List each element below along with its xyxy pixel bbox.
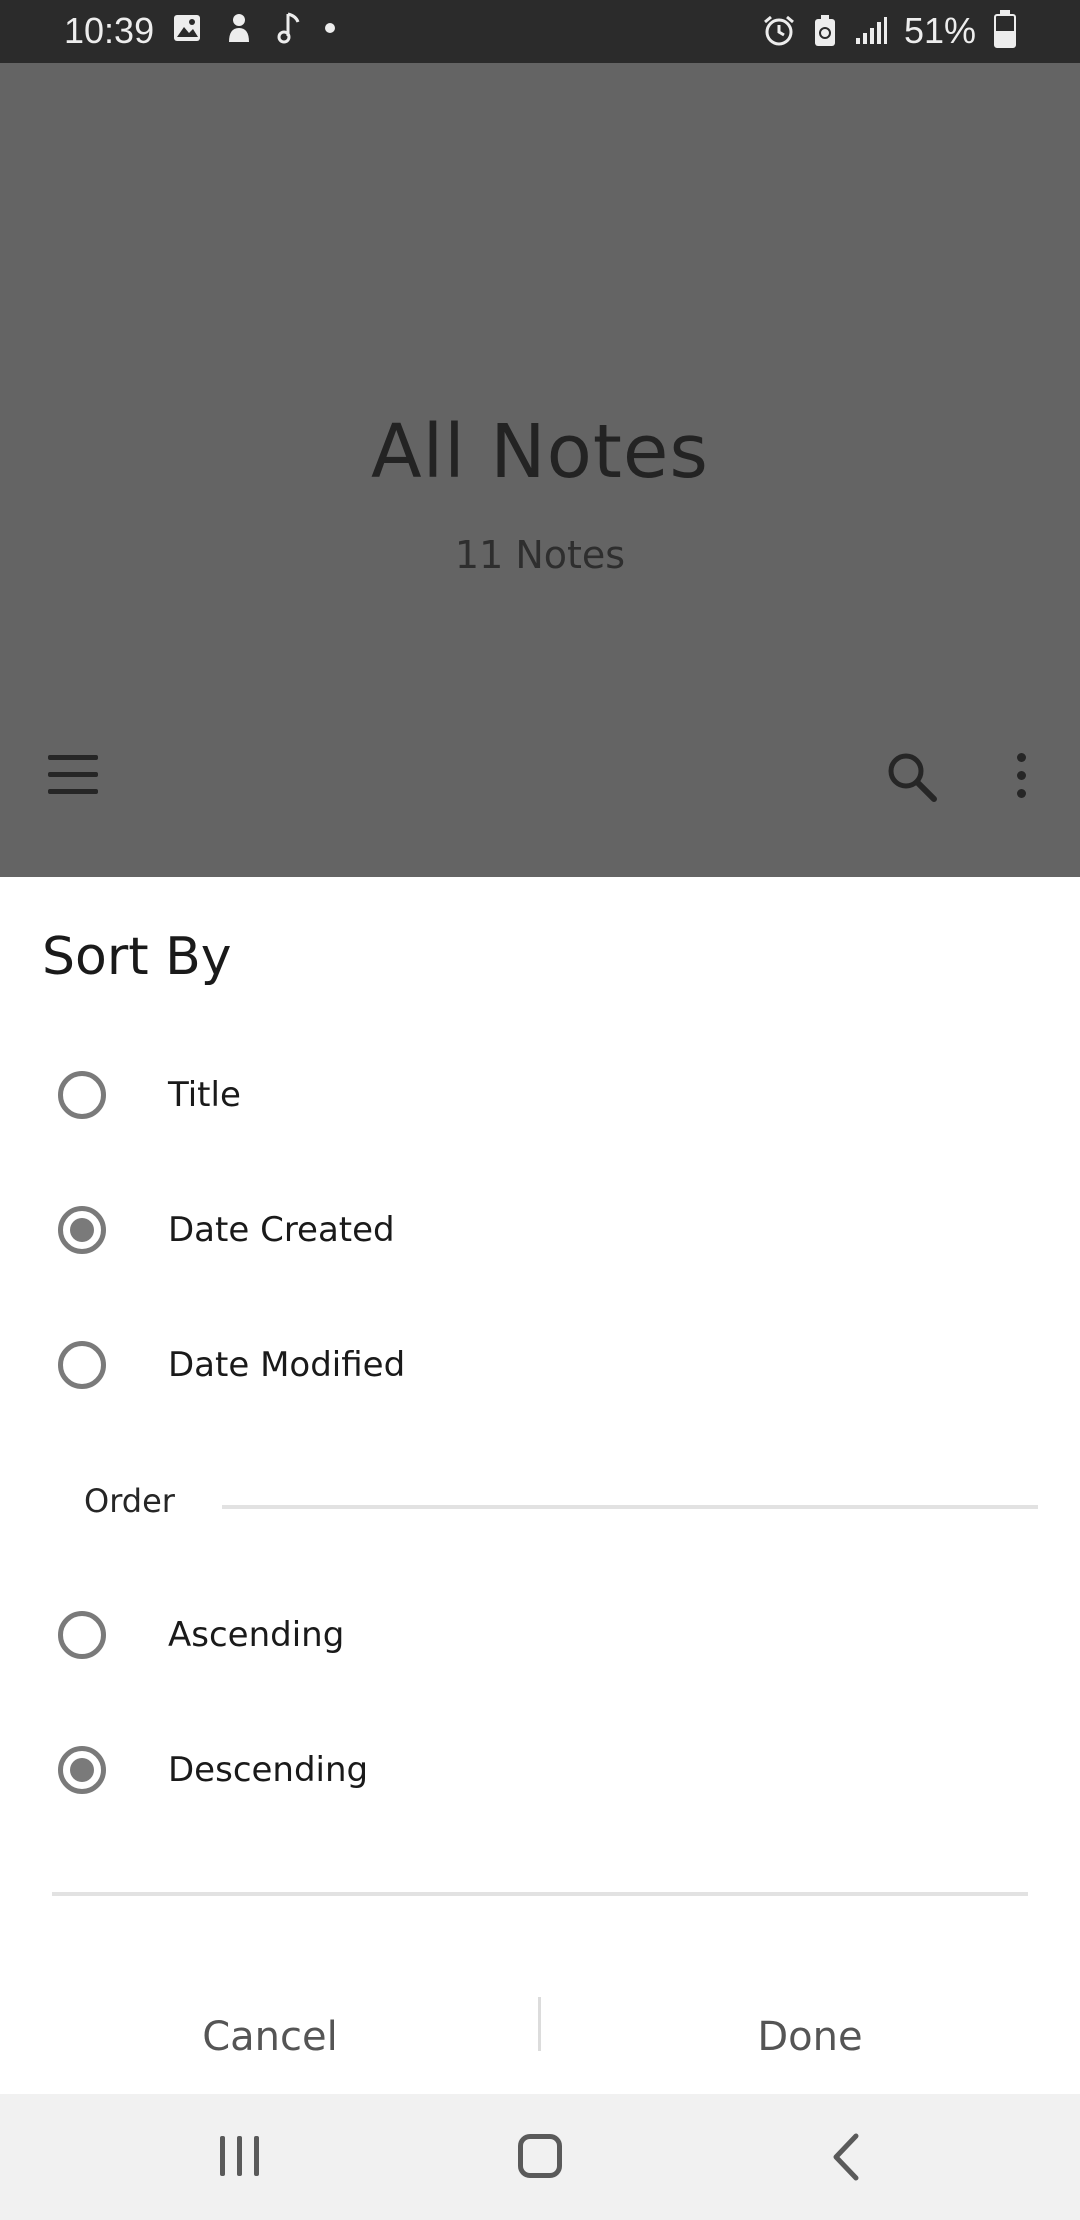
signal-icon: [855, 17, 887, 44]
radio-title[interactable]: [58, 1071, 106, 1119]
page-title: All Notes: [371, 409, 709, 495]
status-left-icons: [172, 12, 336, 44]
radio-date-modified[interactable]: [58, 1341, 106, 1389]
cancel-button[interactable]: Cancel: [0, 1987, 540, 2087]
battery-level: [996, 30, 1014, 46]
notification-icon: [229, 14, 249, 42]
navigation-bar: [0, 2094, 1080, 2220]
battery-icon: [994, 10, 1016, 48]
status-bar: 10:39 51%: [0, 0, 1080, 63]
dialog-divider: [52, 1892, 1028, 1896]
status-time: 10:39: [64, 10, 155, 51]
sort-option-title[interactable]: Title: [0, 1037, 1080, 1157]
option-label: Ascending: [168, 1615, 345, 1655]
option-label: Descending: [168, 1750, 369, 1790]
music-note-icon: [277, 12, 300, 44]
battery-saver-icon: [814, 15, 835, 46]
home-icon[interactable]: [518, 2134, 562, 2178]
radio-date-created[interactable]: [58, 1206, 106, 1254]
radio-ascending[interactable]: [58, 1611, 106, 1659]
recents-icon[interactable]: [218, 2136, 262, 2180]
menu-icon[interactable]: [48, 755, 98, 795]
order-option-descending[interactable]: Descending: [0, 1712, 1080, 1832]
sort-dialog: Sort By Title Date Created Date Modified…: [0, 877, 1080, 2094]
dot-icon: [325, 23, 335, 33]
alarm-icon: [763, 15, 794, 46]
search-icon[interactable]: [884, 749, 938, 803]
more-options-icon[interactable]: [1010, 749, 1034, 803]
sort-option-date-created[interactable]: Date Created: [0, 1172, 1080, 1292]
dialog-title: Sort By: [42, 927, 232, 987]
order-divider: [222, 1505, 1038, 1509]
app-header: All Notes 11 Notes: [0, 63, 1080, 877]
option-label: Date Modified: [168, 1345, 406, 1385]
battery-percent: 51%: [903, 10, 976, 51]
radio-descending[interactable]: [58, 1746, 106, 1794]
status-right-icons: 51%: [762, 10, 1016, 52]
back-icon[interactable]: [826, 2132, 870, 2182]
notes-count: 11 Notes: [454, 533, 626, 577]
order-heading: Order: [84, 1482, 175, 1520]
order-option-ascending[interactable]: Ascending: [0, 1577, 1080, 1697]
option-label: Date Created: [168, 1210, 395, 1250]
sort-option-date-modified[interactable]: Date Modified: [0, 1307, 1080, 1427]
done-button[interactable]: Done: [540, 1987, 1080, 2087]
image-icon: [174, 15, 200, 41]
option-label: Title: [168, 1075, 241, 1115]
